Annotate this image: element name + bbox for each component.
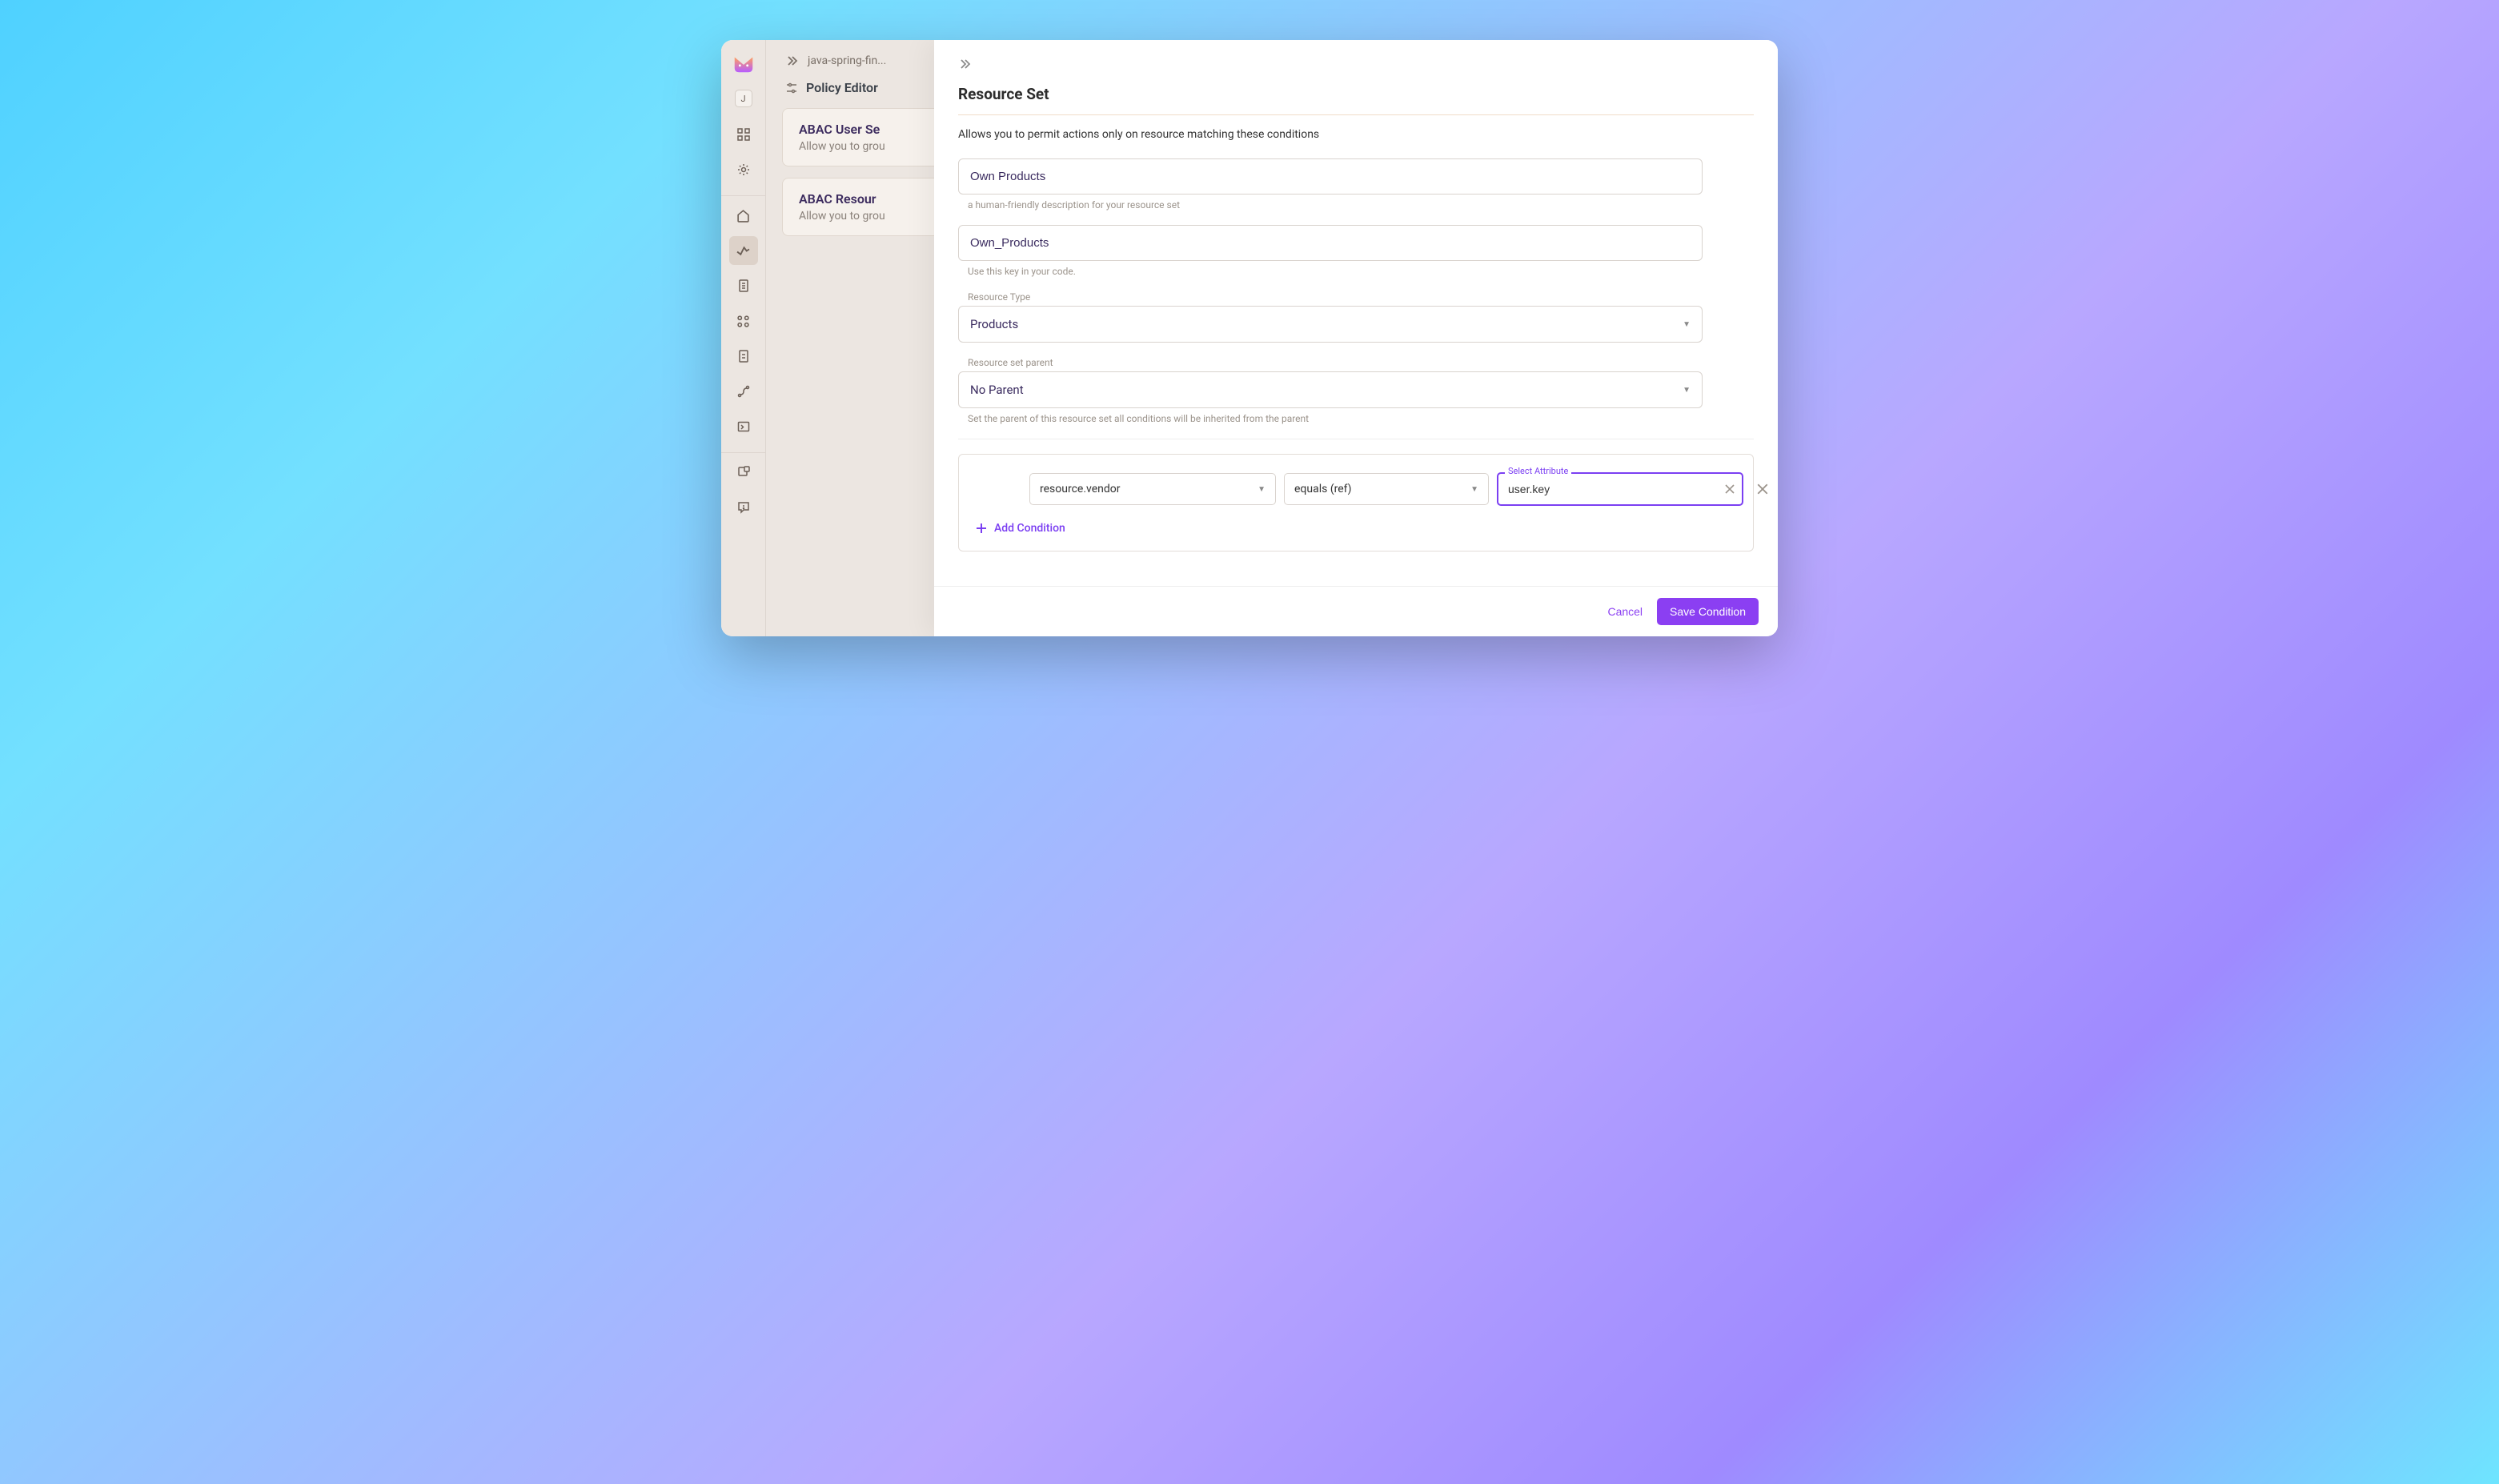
condition-value-input[interactable]	[1497, 472, 1743, 506]
condition-value-label: Select Attribute	[1505, 466, 1571, 476]
divider	[721, 195, 765, 196]
chevron-right-double-icon[interactable]	[785, 54, 798, 67]
avatar[interactable]: J	[735, 90, 752, 107]
resource-type-value: Products	[970, 317, 1018, 331]
condition-attribute-select[interactable]: resource.vendor ▼	[1029, 473, 1276, 505]
resource-type-select[interactable]: Products ▼	[958, 306, 1703, 343]
resource-set-name-input[interactable]	[958, 158, 1703, 195]
parent-helper: Set the parent of this resource set all …	[958, 413, 1703, 424]
divider	[958, 114, 1754, 115]
add-condition-button[interactable]: Add Condition	[972, 519, 1069, 538]
resource-type-label: Resource Type	[958, 291, 1703, 303]
add-condition-label: Add Condition	[994, 522, 1065, 535]
document-icon[interactable]	[729, 271, 758, 300]
feedback-icon[interactable]	[729, 493, 758, 522]
chevron-down-icon: ▼	[1470, 485, 1478, 494]
policy-icon[interactable]	[729, 236, 758, 265]
chevron-down-icon: ▼	[1683, 386, 1691, 395]
panel-title: Resource Set	[958, 85, 1754, 103]
sidebar: J	[721, 40, 766, 636]
parent-label: Resource set parent	[958, 357, 1703, 368]
flow-icon[interactable]	[729, 377, 758, 406]
panel-footer: Cancel Save Condition	[934, 586, 1778, 636]
panel-description: Allows you to permit actions only on res…	[958, 128, 1754, 141]
key-helper: Use this key in your code.	[958, 266, 1703, 277]
condition-value-field[interactable]: Select Attribute	[1497, 472, 1743, 506]
remove-condition-icon[interactable]	[1756, 483, 1769, 495]
condition-builder: resource.vendor ▼ equals (ref) ▼ Select …	[958, 454, 1754, 551]
page-title-text: Policy Editor	[806, 80, 878, 95]
external-icon[interactable]	[729, 458, 758, 487]
condition-attribute-value: resource.vendor	[1040, 483, 1121, 495]
condition-operator-value: equals (ref)	[1294, 483, 1352, 495]
main-area: java-spring-fin... Policy Editor ABAC Us…	[766, 40, 1778, 636]
app-logo-icon	[732, 51, 756, 75]
plus-icon	[975, 522, 988, 535]
collapse-panel-icon[interactable]	[958, 58, 1754, 70]
groups-icon[interactable]	[729, 307, 758, 335]
terminal-icon[interactable]	[729, 412, 758, 441]
list-icon[interactable]	[729, 342, 758, 371]
app-window: J java-spring-fin... Policy Editor ABAC …	[721, 40, 1778, 636]
panel-body: Resource Set Allows you to permit action…	[934, 40, 1778, 586]
parent-select[interactable]: No Parent ▼	[958, 371, 1703, 408]
save-condition-button[interactable]: Save Condition	[1657, 598, 1759, 625]
breadcrumb-text[interactable]: java-spring-fin...	[808, 54, 886, 67]
condition-row: resource.vendor ▼ equals (ref) ▼ Select …	[972, 472, 1740, 506]
divider	[721, 452, 765, 453]
apps-icon[interactable]	[729, 120, 758, 149]
resource-set-key-input[interactable]	[958, 225, 1703, 261]
resource-set-panel: Resource Set Allows you to permit action…	[934, 40, 1778, 636]
clear-icon[interactable]	[1724, 483, 1735, 495]
home-icon[interactable]	[729, 201, 758, 230]
chevron-down-icon: ▼	[1258, 485, 1266, 494]
name-helper: a human-friendly description for your re…	[958, 199, 1703, 211]
chevron-down-icon: ▼	[1683, 320, 1691, 329]
gear-icon[interactable]	[729, 155, 758, 184]
sliders-icon	[785, 82, 798, 94]
parent-value: No Parent	[970, 383, 1024, 397]
condition-operator-select[interactable]: equals (ref) ▼	[1284, 473, 1489, 505]
cancel-button[interactable]: Cancel	[1604, 599, 1646, 624]
